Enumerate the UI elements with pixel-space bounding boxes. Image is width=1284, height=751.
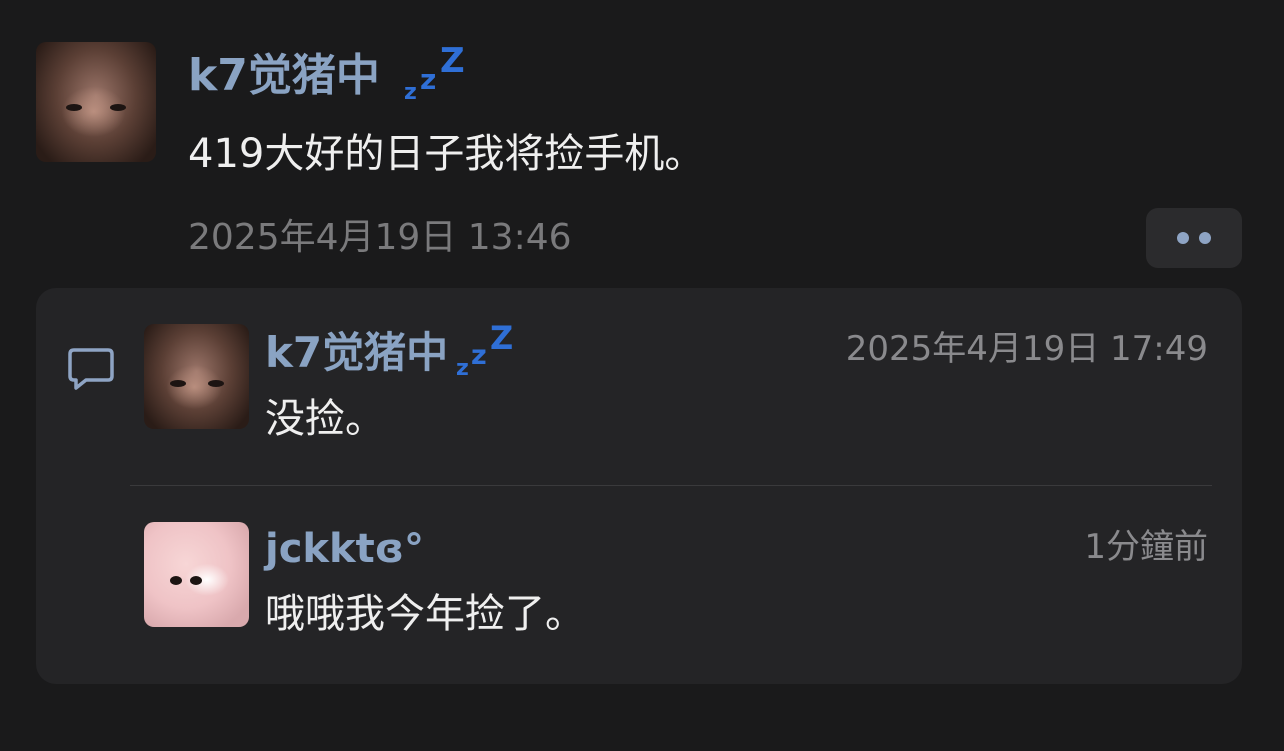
- more-dots-icon: [1199, 232, 1211, 244]
- reply-body: 哦哦我今年捡了。: [265, 591, 585, 637]
- avatar-eye-right: [110, 104, 126, 111]
- avatar-eye-left: [66, 104, 82, 111]
- more-dots-icon: [1177, 232, 1189, 244]
- reply-timestamp: 2025年4月19日 17:49: [845, 329, 1208, 369]
- avatar-eye-left: [170, 380, 186, 387]
- reply-avatar[interactable]: [144, 324, 249, 429]
- avatar-eye-right: [190, 576, 202, 585]
- reply-timestamp: 1分鐘前: [1084, 527, 1208, 567]
- reply-author-name[interactable]: jckktɞ°: [265, 524, 424, 574]
- avatar-eye-left: [170, 576, 182, 585]
- reply-divider: [130, 485, 1212, 486]
- post-author-name[interactable]: k7觉猪中: [188, 50, 380, 102]
- reply-author-name[interactable]: k7觉猪中: [265, 328, 448, 378]
- reply-avatar[interactable]: [144, 522, 249, 627]
- post-timestamp: 2025年4月19日 13:46: [188, 217, 572, 258]
- avatar-eye-right: [208, 380, 224, 387]
- comment-bubble-icon: [68, 348, 114, 390]
- author-avatar[interactable]: [36, 42, 156, 162]
- post-body: 419大好的日子我将捡手机。: [188, 131, 705, 177]
- more-options-button[interactable]: [1146, 208, 1242, 268]
- reply-body: 没捡。: [265, 396, 385, 442]
